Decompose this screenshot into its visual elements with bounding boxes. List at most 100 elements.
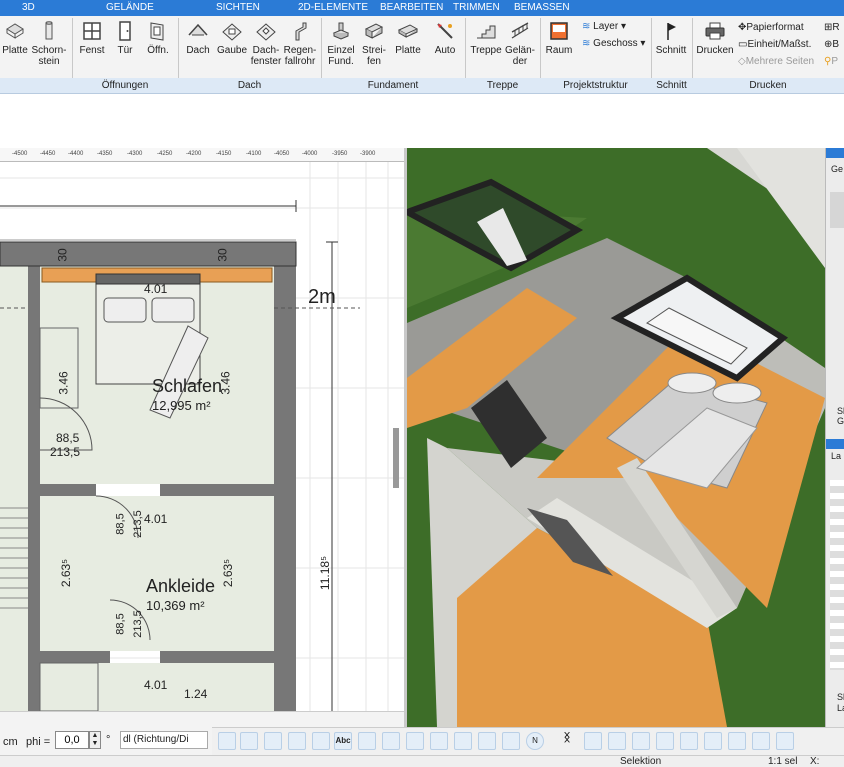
room-area-ankleide: 10,369 m²	[146, 598, 205, 613]
tab-2d-elemente[interactable]: 2D-ELEMENTE	[298, 2, 368, 13]
r-label: R	[832, 22, 840, 33]
direction-select[interactable]: dl (Richtung/Di	[120, 731, 208, 749]
page-view-icon[interactable]	[608, 732, 626, 750]
dim-885-b: 88,5	[114, 513, 127, 535]
midpoint-snap-icon[interactable]	[752, 732, 770, 750]
roof-button[interactable]: Dach	[184, 20, 212, 56]
select-frame-icon[interactable]	[406, 732, 424, 750]
cursor-icon[interactable]	[822, 732, 840, 750]
opening-label: Öffn.	[147, 45, 169, 56]
bottom-toolbar: Abc N ᛝ	[212, 727, 844, 755]
window-button[interactable]: Fenst	[78, 20, 106, 56]
print-button[interactable]: Drucken	[696, 20, 734, 56]
einheit-button[interactable]: ▭Einheit/Maßst.	[738, 39, 811, 50]
auto-button[interactable]: Auto	[430, 20, 460, 56]
degree-label: °	[106, 734, 111, 746]
color-icon[interactable]	[430, 732, 448, 750]
roof-window-button[interactable]: Dach- fenster	[250, 20, 282, 67]
room-name-ankleide: Ankleide	[146, 576, 216, 596]
ortho-icon[interactable]	[704, 732, 722, 750]
floor-plan-view[interactable]: -4500 -4450 -4400 -4350 -4300 -4250 -420…	[0, 148, 404, 711]
3d-view[interactable]	[407, 148, 825, 727]
text-abc-icon[interactable]: Abc	[334, 732, 352, 750]
layer-icon[interactable]	[502, 732, 520, 750]
p-button[interactable]: ⚲P	[824, 56, 838, 67]
dimension-12-icon[interactable]	[358, 732, 376, 750]
center-snap-icon[interactable]	[728, 732, 746, 750]
slab-icon	[6, 23, 24, 39]
snap-icon[interactable]	[680, 732, 698, 750]
angle-icon[interactable]	[454, 732, 472, 750]
section-button[interactable]: Schnitt	[654, 20, 688, 56]
strip-foundation-label: Strei- fen	[362, 45, 386, 67]
opening-button[interactable]: Öffn.	[144, 20, 172, 56]
phi-input[interactable]	[55, 731, 89, 749]
frame-icon[interactable]	[382, 732, 400, 750]
print-label: Drucken	[696, 45, 734, 56]
foundation-slab-label: Platte	[395, 45, 421, 56]
papierformat-button[interactable]: ✥Papierformat	[738, 22, 804, 33]
grid-view-icon[interactable]	[656, 732, 674, 750]
plan-scrollbar[interactable]	[393, 428, 399, 488]
single-foundation-label: Einzel Fund.	[327, 45, 355, 67]
single-foundation-icon	[332, 22, 350, 40]
hatch-icon[interactable]	[218, 732, 236, 750]
slab-button[interactable]: Platte	[2, 20, 28, 56]
r-button[interactable]: ⊞R	[824, 22, 840, 33]
dotted-icon[interactable]	[800, 732, 818, 750]
opening-icon	[150, 22, 164, 41]
tab-sichten[interactable]: SICHTEN	[216, 2, 260, 13]
strip-foundation-icon	[364, 23, 384, 39]
phi-stepper[interactable]: ▲ ▼	[89, 731, 101, 749]
stairs-label: Treppe	[470, 45, 502, 56]
geschoss-dropdown[interactable]: ≋ Geschoss ▾	[582, 38, 645, 49]
stairs-button[interactable]: Treppe	[470, 20, 502, 56]
tab-gelaende[interactable]: GELÄNDE	[106, 2, 154, 13]
door-button[interactable]: Tür	[112, 20, 138, 56]
b-button[interactable]: ⊕B	[824, 39, 839, 50]
downpipe-button[interactable]: Regen- fallrohr	[282, 20, 318, 67]
dim-346-left: 3.46	[56, 371, 71, 395]
stairs-icon	[477, 25, 496, 39]
single-foundation-button[interactable]: Einzel Fund.	[326, 20, 356, 67]
dim-30-left: 30	[55, 248, 70, 262]
tab-bemassen[interactable]: BEMASSEN	[514, 2, 570, 13]
info-icon[interactable]: ᛝ	[558, 732, 576, 750]
railing-button[interactable]: Gelän- der	[504, 20, 536, 67]
group-dach: Dach	[237, 80, 262, 91]
room-button[interactable]: Raum	[544, 20, 574, 56]
rpanel-ge-label: Ge	[831, 164, 844, 174]
status-mode: Selektion	[620, 756, 662, 767]
status-x: X:	[810, 756, 820, 767]
split-view-icon[interactable]	[632, 732, 650, 750]
grid-icon[interactable]	[776, 732, 794, 750]
tab-trimmen[interactable]: TRIMMEN	[453, 2, 500, 13]
tab-bearbeiten[interactable]: BEARBEITEN	[380, 2, 443, 13]
window-view-icon[interactable]	[584, 732, 602, 750]
dim-2m: 2m	[308, 286, 336, 308]
dim-2635-right: 2.63⁵	[221, 558, 236, 588]
strip-foundation-button[interactable]: Strei- fen	[360, 20, 388, 67]
door-icon	[119, 21, 131, 41]
auto-icon	[437, 23, 453, 39]
mehrere-seiten-button[interactable]: ◇Mehrere Seiten	[738, 56, 814, 67]
pattern-icon[interactable]	[478, 732, 496, 750]
line-weight-icon[interactable]	[264, 732, 282, 750]
line-style-icon[interactable]	[288, 732, 306, 750]
dim-30-right: 30	[215, 248, 230, 262]
downpipe-icon	[295, 22, 307, 41]
foundation-slab-button[interactable]: Platte	[392, 20, 424, 56]
dormer-button[interactable]: Gaube	[216, 20, 248, 56]
chimney-button[interactable]: Schorn- stein	[30, 20, 68, 67]
fill-icon[interactable]	[240, 732, 258, 750]
rpanel-l2: La	[837, 703, 844, 713]
n-circle-icon[interactable]: N	[526, 732, 544, 750]
layer-dropdown[interactable]: ≋ Layer ▾	[582, 21, 626, 32]
railing-label: Gelän- der	[504, 45, 535, 67]
dim-2135-a: 213,5	[50, 445, 81, 459]
dim-2635-left: 2.63⁵	[59, 558, 74, 588]
group-drucken: Drucken	[749, 80, 787, 91]
status-scale: 1:1 sel	[768, 756, 798, 767]
tab-3d[interactable]: 3D	[22, 2, 35, 13]
dimension-style-icon[interactable]	[312, 732, 330, 750]
